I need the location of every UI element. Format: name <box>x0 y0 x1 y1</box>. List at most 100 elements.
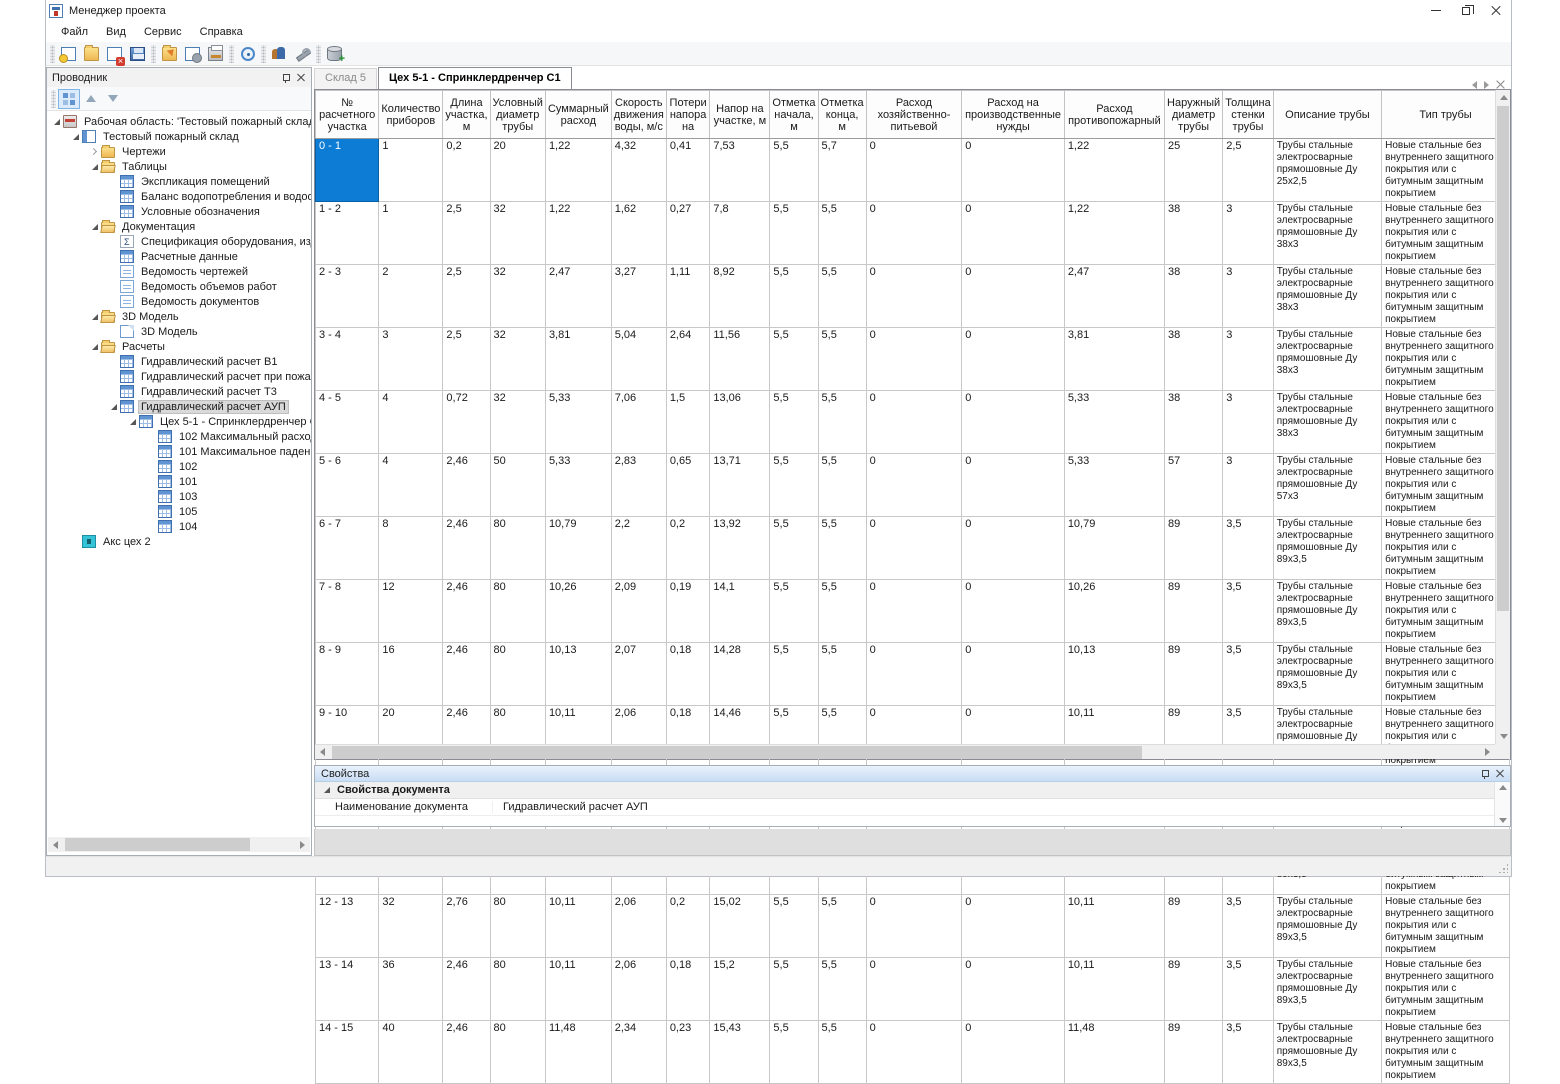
grid-cell[interactable]: 2,06 <box>611 895 666 958</box>
grid-cell[interactable]: 0,18 <box>666 958 710 1021</box>
grid-cell[interactable]: 6 - 7 <box>316 517 379 580</box>
column-header[interactable]: Напор на участке, м <box>710 91 770 139</box>
grid-cell[interactable]: 2,09 <box>611 580 666 643</box>
grid-cell[interactable]: 0 <box>866 643 962 706</box>
grid-cell[interactable]: 0,2 <box>443 139 490 202</box>
tree-item[interactable]: Ведомость чертежей <box>47 264 311 279</box>
grid-cell[interactable]: 13,06 <box>710 391 770 454</box>
grid-cell[interactable]: 1 - 2 <box>316 202 379 265</box>
grid-cell[interactable]: 0 <box>866 202 962 265</box>
grid-cell[interactable]: 5,5 <box>818 202 866 265</box>
grid-cell[interactable]: 5,5 <box>770 454 818 517</box>
grid-cell[interactable]: 0,27 <box>666 202 710 265</box>
new-project-button[interactable] <box>57 43 80 64</box>
open-project-button[interactable] <box>80 43 103 64</box>
menu-item-Вид[interactable]: Вид <box>97 24 135 40</box>
grid-cell[interactable]: 14,46 <box>710 706 770 769</box>
grid-cell[interactable]: 5,5 <box>770 139 818 202</box>
grid-cell[interactable]: 11,48 <box>545 1021 611 1084</box>
grid-cell[interactable]: Новые стальные без внутреннего защитного… <box>1382 391 1510 454</box>
grid-cell[interactable]: 2,46 <box>443 706 490 769</box>
grid-cell[interactable]: 0 <box>962 328 1065 391</box>
grid-cell[interactable]: 12 <box>379 580 443 643</box>
grid-cell[interactable]: 38 <box>1165 265 1223 328</box>
grid-cell[interactable]: Трубы стальные электросварные прямошовны… <box>1273 1021 1381 1084</box>
tree-item[interactable]: Гидравлический расчет при пожаре <box>47 369 311 384</box>
grid-cell[interactable]: 5,7 <box>818 139 866 202</box>
grid-cell[interactable]: 16 <box>379 643 443 706</box>
grid-cell[interactable]: 13,71 <box>710 454 770 517</box>
grid-cell[interactable]: 0 <box>866 265 962 328</box>
tree-item[interactable]: Таблицы <box>47 159 311 174</box>
grid-cell[interactable]: 5,5 <box>818 895 866 958</box>
grid-cell[interactable]: 1 <box>379 202 443 265</box>
grid-cell[interactable]: 0 <box>866 139 962 202</box>
scroll-thumb[interactable] <box>1497 106 1509 611</box>
grid-cell[interactable]: 5,5 <box>770 328 818 391</box>
grid-cell[interactable]: 3,27 <box>611 265 666 328</box>
tree-item[interactable]: Ведомость документов <box>47 294 311 309</box>
grid-cell[interactable]: 3 <box>1223 391 1274 454</box>
grid-cell[interactable]: 0 <box>962 958 1065 1021</box>
tree-expander[interactable] <box>89 344 100 350</box>
grid-cell[interactable]: 0 <box>866 328 962 391</box>
grid-cell[interactable]: 8 <box>379 517 443 580</box>
tree-item[interactable]: 102 <box>47 459 311 474</box>
grid-cell[interactable]: 20 <box>379 706 443 769</box>
grid-cell[interactable]: 1,22 <box>545 202 611 265</box>
grid-cell[interactable]: 0 <box>962 1021 1065 1084</box>
grid-cell[interactable]: 15,02 <box>710 895 770 958</box>
grid-cell[interactable]: 40 <box>379 1021 443 1084</box>
tree-item[interactable]: Спецификация оборудования, изделий и м <box>47 234 311 249</box>
column-header[interactable]: Тип трубы <box>1382 91 1510 139</box>
grid-cell[interactable]: 5,5 <box>818 454 866 517</box>
grid-cell[interactable]: 2 - 3 <box>316 265 379 328</box>
grid-cell[interactable]: 38 <box>1165 391 1223 454</box>
grid-cell[interactable]: 2,47 <box>545 265 611 328</box>
grid-cell[interactable]: 89 <box>1165 958 1223 1021</box>
grid-cell[interactable]: 2,34 <box>611 1021 666 1084</box>
grid-cell[interactable]: 89 <box>1165 706 1223 769</box>
grid-cell[interactable]: 80 <box>490 517 545 580</box>
grid-cell[interactable]: 0 <box>866 580 962 643</box>
scroll-down-arrow[interactable] <box>1499 818 1507 823</box>
grid-cell[interactable]: Трубы стальные электросварные прямошовны… <box>1273 391 1381 454</box>
grid-cell[interactable]: 0 <box>866 517 962 580</box>
tree-expander[interactable] <box>51 119 62 125</box>
grid-cell[interactable]: 5,5 <box>818 265 866 328</box>
grid-cell[interactable]: 0 <box>962 643 1065 706</box>
grid-cell[interactable]: 1,22 <box>545 139 611 202</box>
tree-item[interactable]: 103 <box>47 489 311 504</box>
column-header[interactable]: Расход на производственные нужды <box>962 91 1065 139</box>
column-header[interactable]: Отметка конца, м <box>818 91 866 139</box>
grid-cell[interactable]: 80 <box>490 580 545 643</box>
next-tab-button[interactable] <box>1484 81 1489 89</box>
grid-cell[interactable]: 38 <box>1165 202 1223 265</box>
grid-cell[interactable]: 5,5 <box>770 265 818 328</box>
grid-cell[interactable]: 8,92 <box>710 265 770 328</box>
grid-cell[interactable]: Трубы стальные электросварные прямошовны… <box>1273 895 1381 958</box>
grid-cell[interactable]: 5,5 <box>770 391 818 454</box>
grid-cell[interactable]: 0 <box>866 391 962 454</box>
resize-grip[interactable] <box>1498 863 1508 873</box>
tree-item[interactable]: 104 <box>47 519 311 534</box>
grid-cell[interactable]: 89 <box>1165 1021 1223 1084</box>
tree-expander[interactable] <box>89 224 100 230</box>
grid-cell[interactable]: 0 <box>962 391 1065 454</box>
selected-cell[interactable]: 0 - 1 <box>316 139 379 202</box>
grid-cell[interactable]: 15,43 <box>710 1021 770 1084</box>
print-archive-button[interactable] <box>204 43 227 64</box>
grid-cell[interactable]: 4 - 5 <box>316 391 379 454</box>
scroll-left-arrow[interactable] <box>48 837 63 852</box>
grid-cell[interactable]: Новые стальные без внутреннего защитного… <box>1382 265 1510 328</box>
tree-item[interactable]: Гидравлический расчет АУП <box>47 399 311 414</box>
column-header[interactable]: Отметка начала, м <box>770 91 818 139</box>
tree-item[interactable]: 3D Модель <box>47 309 311 324</box>
grid-cell[interactable]: 10,11 <box>545 958 611 1021</box>
grid-cell[interactable]: 1,62 <box>611 202 666 265</box>
properties-group-header[interactable]: Свойства документа <box>315 782 1494 799</box>
grid-cell[interactable]: 38 <box>1165 328 1223 391</box>
grid-cell[interactable]: 2,46 <box>443 643 490 706</box>
column-header[interactable]: Количество приборов <box>379 91 443 139</box>
grid-cell[interactable]: 2,06 <box>611 958 666 1021</box>
